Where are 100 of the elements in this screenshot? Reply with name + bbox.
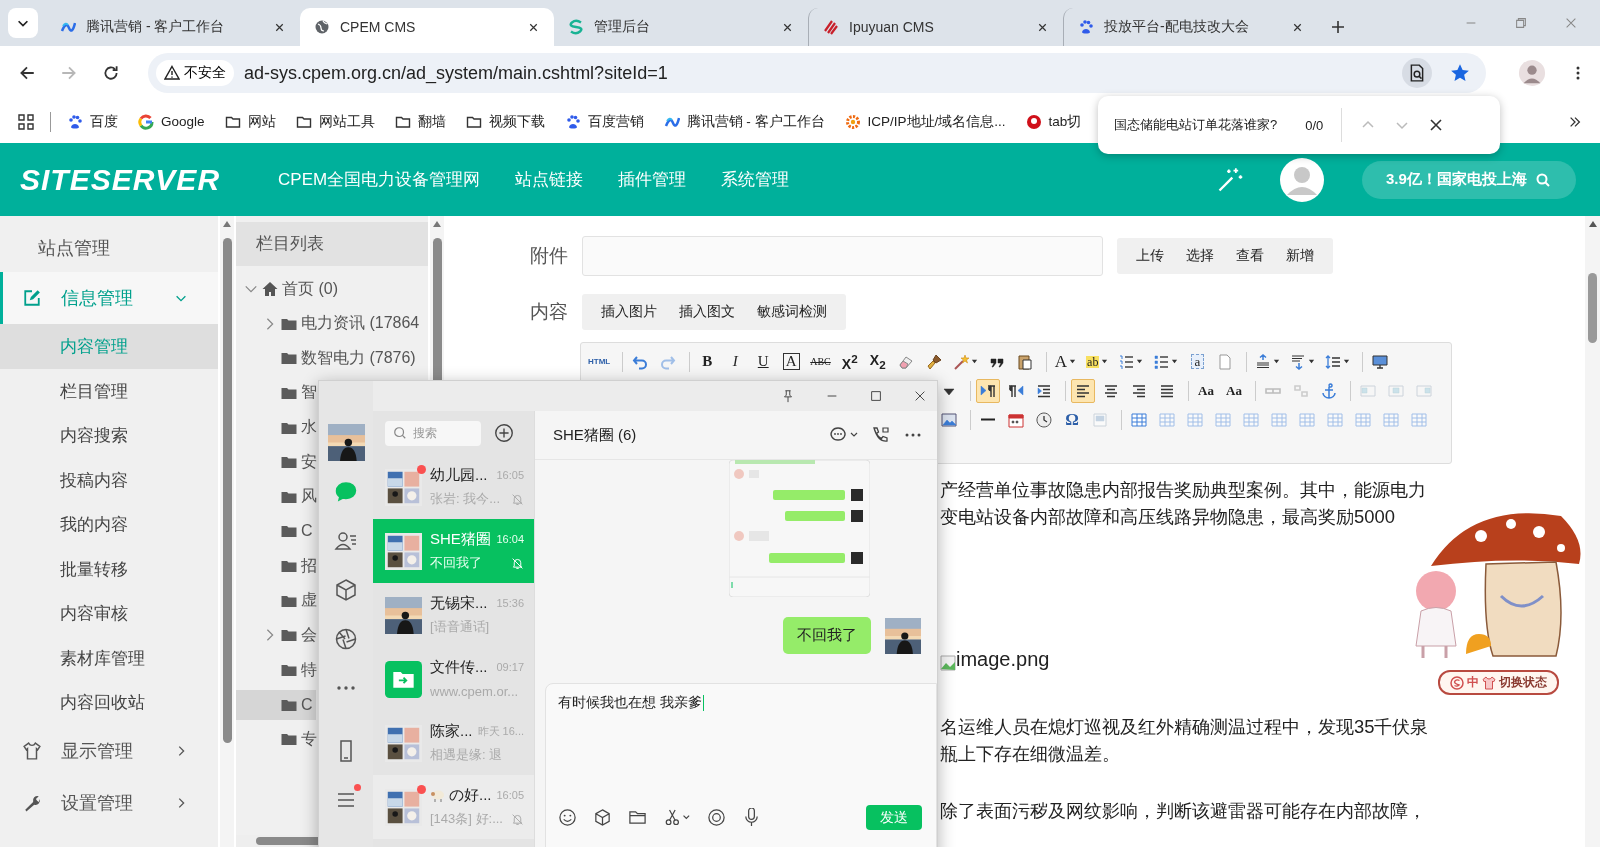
scroll-up-icon[interactable] (222, 220, 232, 228)
bookmark[interactable]: tab切 (1025, 112, 1082, 131)
toolbar-button[interactable] (1071, 378, 1095, 403)
bookmark[interactable]: ICP/IP地址/域名信息... (844, 112, 1006, 131)
tree-item[interactable]: 招 (236, 551, 319, 582)
emoji-icon[interactable] (558, 808, 577, 827)
scroll-up-icon[interactable] (1587, 220, 1598, 228)
sidebar-item[interactable]: 素材库管理 (0, 635, 218, 680)
toolbar-button[interactable]: Ω (1060, 407, 1084, 432)
tree-item[interactable]: 电力资讯 (17864 (236, 308, 422, 339)
toolbar-button[interactable]: A (779, 349, 804, 374)
security-chip[interactable]: 不安全 (156, 60, 234, 86)
tree-item[interactable]: 水 (236, 412, 319, 443)
tree-item[interactable]: 虚 (236, 585, 319, 616)
close-icon[interactable] (1428, 117, 1445, 133)
toolbar-button[interactable]: Aa (1222, 378, 1246, 403)
toolbar-button[interactable]: X$^{2}$ (837, 349, 862, 374)
attachment-button[interactable]: 新增 (1275, 238, 1325, 274)
sidebar-item[interactable]: 内容搜索 (0, 413, 218, 458)
scrollbar-thumb[interactable] (1588, 273, 1597, 343)
microphone-icon[interactable] (742, 808, 761, 827)
tree-item[interactable]: 风 (236, 481, 319, 512)
toolbar-button[interactable]: ab (1083, 349, 1112, 374)
chevron-double-right-icon[interactable] (1568, 114, 1582, 129)
browser-tab[interactable]: 管理后台 (554, 8, 808, 46)
page-search-button[interactable] (1402, 58, 1432, 88)
scissors-icon[interactable] (663, 808, 691, 827)
address-bar[interactable]: 不安全 ad-sys.cpem.org.cn/ad_system/main.cshtml?siteId=1 (148, 53, 1486, 93)
tree-item[interactable]: 智 (236, 377, 319, 408)
user-avatar-icon[interactable] (1280, 157, 1324, 202)
message-input[interactable]: 有时候我也在想 我亲爹 发送 (545, 683, 937, 847)
sidebar-item[interactable]: 投稿内容 (0, 457, 218, 502)
sidebar-item[interactable]: 站点管理 (0, 224, 218, 272)
tree-item[interactable]: 数智电力 (7876) (236, 343, 418, 374)
close-icon[interactable] (913, 389, 927, 403)
sidebar-item[interactable]: 批量转移 (0, 546, 218, 591)
attachment-field[interactable] (582, 236, 1103, 276)
sidebar-group[interactable]: 显示管理 (0, 724, 218, 777)
toolbar-button[interactable]: B (695, 349, 720, 374)
toolbar-button[interactable] (976, 378, 1000, 403)
back-icon[interactable] (18, 64, 36, 82)
attachment-button[interactable]: 查看 (1225, 238, 1275, 274)
scrollbar[interactable] (1585, 216, 1600, 847)
tree-item[interactable]: 特 (236, 655, 319, 686)
apps-icon[interactable] (18, 113, 34, 130)
browser-tab[interactable]: CPEM CMS (300, 8, 554, 46)
tree-item[interactable]: 专 (236, 724, 319, 755)
tree-item[interactable]: C (236, 689, 316, 720)
insert-button[interactable]: 插入图片 (590, 294, 668, 330)
bookmark[interactable]: 网站 (224, 112, 276, 131)
bookmark[interactable]: Google (138, 113, 205, 130)
toolbar-button[interactable]: ABC (807, 349, 834, 374)
insert-button[interactable]: 插入图文 (668, 294, 746, 330)
attachment-button[interactable]: 上传 (1125, 238, 1175, 274)
chat-list-item[interactable]: の好... 16:05 [143条] 好:... (373, 775, 534, 839)
video-call-icon[interactable] (871, 425, 891, 445)
star-icon[interactable] (1450, 63, 1470, 83)
chat-list-item[interactable]: 文件传... 09:17 www.cpem.or... (373, 647, 534, 711)
scroll-up-icon[interactable] (432, 220, 442, 228)
sidebar-group[interactable]: 设置管理 (0, 776, 218, 829)
browser-tab[interactable]: 腾讯营销 - 客户工作台 (46, 8, 300, 46)
attachment-button[interactable]: 选择 (1175, 238, 1225, 274)
toolbar-button[interactable]: HTML (585, 349, 614, 374)
cube-icon[interactable] (593, 808, 612, 827)
tree-item[interactable]: 首页 (0) (236, 274, 340, 304)
scrollbar[interactable] (220, 216, 234, 847)
find-input[interactable]: 国态储能电站订单花落谁家? (1114, 116, 1278, 134)
restore-icon[interactable] (1514, 16, 1528, 30)
magic-wand-icon[interactable] (1216, 165, 1244, 194)
target-icon[interactable] (707, 808, 726, 827)
toolbar-button[interactable]: I (723, 349, 748, 374)
tree-item[interactable]: 会 (236, 620, 319, 651)
toolbar-button[interactable]: U (751, 349, 776, 374)
sidebar-item[interactable]: 我的内容 (0, 502, 218, 547)
bookmark[interactable]: 百度 (67, 112, 118, 131)
toolbar-button[interactable]: X$_{2}$ (865, 349, 890, 374)
reload-icon[interactable] (102, 64, 120, 82)
folder-icon[interactable] (628, 808, 647, 827)
tree-item[interactable]: C (236, 516, 316, 547)
add-icon[interactable] (493, 422, 515, 444)
browser-tab[interactable]: 投放平台-配电技改大会 (1063, 8, 1318, 46)
scrollbar-thumb[interactable] (222, 238, 232, 743)
switch-state-button[interactable]: 中 切换状态 (1437, 670, 1559, 695)
toolbar-button[interactable]: a (1185, 349, 1210, 374)
maximize-icon[interactable] (869, 389, 883, 403)
tree-item[interactable]: 安 (236, 447, 319, 478)
browser-tab[interactable]: Ipuyuan CMS (808, 8, 1063, 46)
new-tab-icon[interactable] (1330, 19, 1346, 35)
profile-avatar[interactable] (1518, 59, 1546, 87)
sidebar-item[interactable]: 内容审核 (0, 591, 218, 636)
bookmark[interactable]: 网站工具 (295, 112, 375, 131)
insert-button[interactable]: 敏感词检测 (746, 294, 838, 330)
pin-icon[interactable] (781, 389, 795, 403)
bookmark[interactable]: 视频下载 (465, 112, 545, 131)
toolbar-button[interactable]: Aa (1194, 378, 1218, 403)
bookmark[interactable]: 百度营销 (564, 112, 644, 131)
sidebar-item[interactable]: 内容回收站 (0, 680, 218, 725)
bookmark[interactable]: 翻墙 (394, 112, 446, 131)
sidebar-item[interactable]: 栏目管理 (0, 368, 218, 413)
toolbar-button[interactable]: A (1051, 349, 1080, 374)
